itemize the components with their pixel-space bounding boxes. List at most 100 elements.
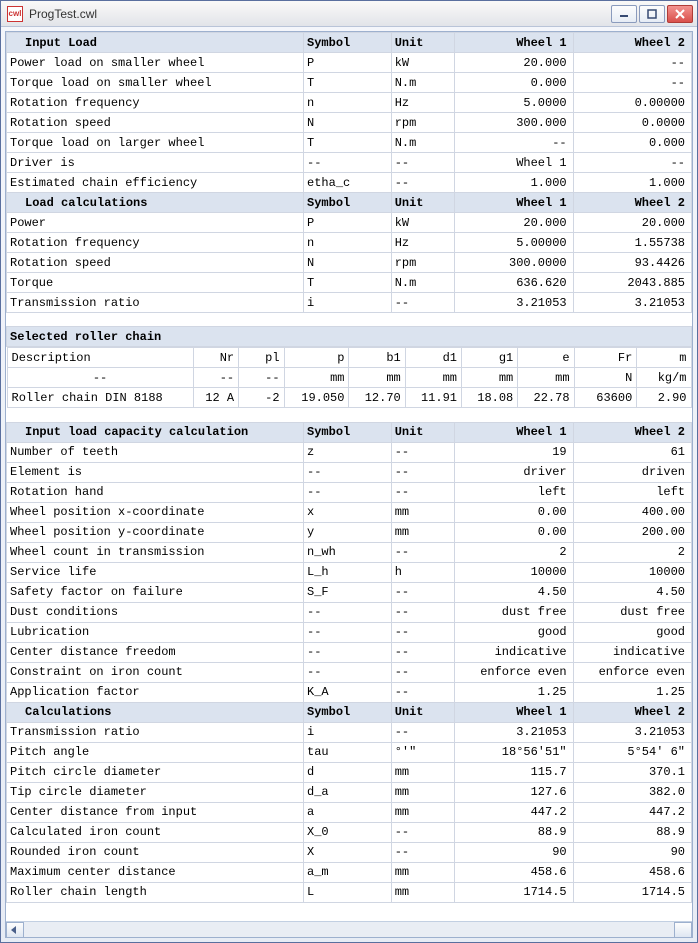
- cell-wheel2: 4.50: [573, 582, 691, 602]
- col-symbol: Symbol: [304, 422, 392, 442]
- table-row[interactable]: Wheel position x-coordinatexmm0.00400.00: [7, 502, 692, 522]
- table-row[interactable]: Service lifeL_hh1000010000: [7, 562, 692, 582]
- table-row[interactable]: Lubrication----goodgood: [7, 622, 692, 642]
- table-row[interactable]: Maximum center distancea_mmm458.6458.6: [7, 862, 692, 882]
- cell-symbol: etha_c: [304, 173, 392, 193]
- cell-unit: mm: [391, 762, 455, 782]
- cell-label: Application factor: [7, 682, 304, 702]
- cell-wheel1: 0.00: [455, 522, 573, 542]
- cell-unit: mm: [391, 882, 455, 902]
- table-row[interactable]: Number of teethz--1961: [7, 442, 692, 462]
- col-wheel2: Wheel 2: [573, 193, 691, 213]
- table-row[interactable]: Calculated iron countX_0--88.988.9: [7, 822, 692, 842]
- cell-label: Rounded iron count: [7, 842, 304, 862]
- cell-unit: mm: [391, 802, 455, 822]
- table-row[interactable]: Application factorK_A--1.251.25: [7, 682, 692, 702]
- cell-label: Transmission ratio: [7, 722, 304, 742]
- cell-wheel2: 3.21053: [573, 293, 691, 313]
- cell-wheel1: 19: [455, 442, 573, 462]
- cell-unit: --: [391, 582, 455, 602]
- table-row[interactable]: Estimated chain efficiencyetha_c--1.0001…: [7, 173, 692, 193]
- content-area: Input LoadSymbolUnitWheel 1Wheel 2Power …: [5, 31, 693, 938]
- table-row[interactable]: Torque load on larger wheelTN.m--0.000: [7, 133, 692, 153]
- table-row[interactable]: Center distance freedom----indicativeind…: [7, 642, 692, 662]
- cell-wheel2: 1.55738: [573, 233, 691, 253]
- titlebar[interactable]: cwl ProgTest.cwl: [1, 1, 697, 27]
- cell-symbol: --: [304, 153, 392, 173]
- table-row[interactable]: Pitch angletau°'"18°56'51"5°54' 6": [7, 742, 692, 762]
- cell-label: Estimated chain efficiency: [7, 173, 304, 193]
- table-row[interactable]: Pitch circle diameterdmm115.7370.1: [7, 762, 692, 782]
- cell-symbol: a_m: [304, 862, 392, 882]
- cell-symbol: L: [304, 882, 392, 902]
- table-row[interactable]: Tip circle diameterd_amm127.6382.0: [7, 782, 692, 802]
- cell-unit: --: [391, 682, 455, 702]
- section-title: Input load capacity calculation: [7, 422, 304, 442]
- cell-unit: N.m: [391, 273, 455, 293]
- cell-symbol: K_A: [304, 682, 392, 702]
- table-row[interactable]: TorqueTN.m636.6202043.885: [7, 273, 692, 293]
- table-row[interactable]: Wheel count in transmissionn_wh--22: [7, 542, 692, 562]
- cell-wheel1: 2: [455, 542, 573, 562]
- cell-symbol: n: [304, 233, 392, 253]
- table-row[interactable]: Rotation frequencynHz5.000001.55738: [7, 233, 692, 253]
- table-row[interactable]: PowerPkW20.00020.000: [7, 213, 692, 233]
- table-row[interactable]: Element is----driverdriven: [7, 462, 692, 482]
- cell-wheel2: driven: [573, 462, 691, 482]
- table-row[interactable]: Rotation speedNrpm300.0000.0000: [7, 113, 692, 133]
- cell-label: Torque load on larger wheel: [7, 133, 304, 153]
- cell-label: Rotation hand: [7, 482, 304, 502]
- table-row[interactable]: Roller chain lengthLmm1714.51714.5: [7, 882, 692, 902]
- cell-unit: °'": [391, 742, 455, 762]
- cell-label: Safety factor on failure: [7, 582, 304, 602]
- rc-data-row[interactable]: Roller chain DIN 818812 A-219.05012.7011…: [7, 388, 691, 408]
- cell-wheel1: 20.000: [455, 213, 573, 233]
- cell-label: Rotation frequency: [7, 93, 304, 113]
- table-row[interactable]: Rotation speedNrpm300.000093.4426: [7, 253, 692, 273]
- table-row[interactable]: Dust conditions----dust freedust free: [7, 602, 692, 622]
- rc-col: g1: [462, 348, 518, 368]
- cell-wheel2: dust free: [573, 602, 691, 622]
- cell-wheel1: indicative: [455, 642, 573, 662]
- cell-symbol: X_0: [304, 822, 392, 842]
- cell-label: Roller chain length: [7, 882, 304, 902]
- table-row[interactable]: Center distance from inputamm447.2447.2: [7, 802, 692, 822]
- cell-wheel2: 5°54' 6": [573, 742, 691, 762]
- cell-symbol: --: [304, 662, 392, 682]
- table-row[interactable]: Driver is----Wheel 1--: [7, 153, 692, 173]
- minimize-button[interactable]: [611, 5, 637, 23]
- table-row[interactable]: Power load on smaller wheelPkW20.000--: [7, 53, 692, 73]
- table-row[interactable]: Transmission ratioi--3.210533.21053: [7, 293, 692, 313]
- horizontal-scrollbar[interactable]: [6, 921, 692, 937]
- scroll-content[interactable]: Input LoadSymbolUnitWheel 1Wheel 2Power …: [6, 32, 692, 921]
- table-row[interactable]: Constraint on iron count----enforce even…: [7, 662, 692, 682]
- cell-unit: N.m: [391, 73, 455, 93]
- col-wheel1: Wheel 1: [455, 193, 573, 213]
- cell-wheel2: 20.000: [573, 213, 691, 233]
- window-title: ProgTest.cwl: [29, 7, 97, 21]
- cell-wheel2: 370.1: [573, 762, 691, 782]
- cell-symbol: N: [304, 253, 392, 273]
- table-row[interactable]: Torque load on smaller wheelTN.m0.000--: [7, 73, 692, 93]
- cell-symbol: i: [304, 293, 392, 313]
- cell-wheel2: 382.0: [573, 782, 691, 802]
- section-title: Calculations: [7, 702, 304, 722]
- table-row[interactable]: Rounded iron countX--9090: [7, 842, 692, 862]
- cell-wheel2: 88.9: [573, 822, 691, 842]
- cell-label: Wheel position y-coordinate: [7, 522, 304, 542]
- cell-wheel2: 0.000: [573, 133, 691, 153]
- cell-label: Service life: [7, 562, 304, 582]
- table-row[interactable]: Wheel position y-coordinateymm0.00200.00: [7, 522, 692, 542]
- close-button[interactable]: [667, 5, 693, 23]
- maximize-button[interactable]: [639, 5, 665, 23]
- cell-label: Wheel count in transmission: [7, 542, 304, 562]
- cell-wheel2: --: [573, 73, 691, 93]
- col-wheel1: Wheel 1: [455, 702, 573, 722]
- app-window: cwl ProgTest.cwl Input LoadSymbolUnitWhe…: [0, 0, 698, 943]
- table-row[interactable]: Safety factor on failureS_F--4.504.50: [7, 582, 692, 602]
- table-row[interactable]: Transmission ratioi--3.210533.21053: [7, 722, 692, 742]
- rc-cell: Roller chain DIN 8188: [7, 388, 193, 408]
- cell-symbol: N: [304, 113, 392, 133]
- table-row[interactable]: Rotation frequencynHz5.00000.00000: [7, 93, 692, 113]
- table-row[interactable]: Rotation hand----leftleft: [7, 482, 692, 502]
